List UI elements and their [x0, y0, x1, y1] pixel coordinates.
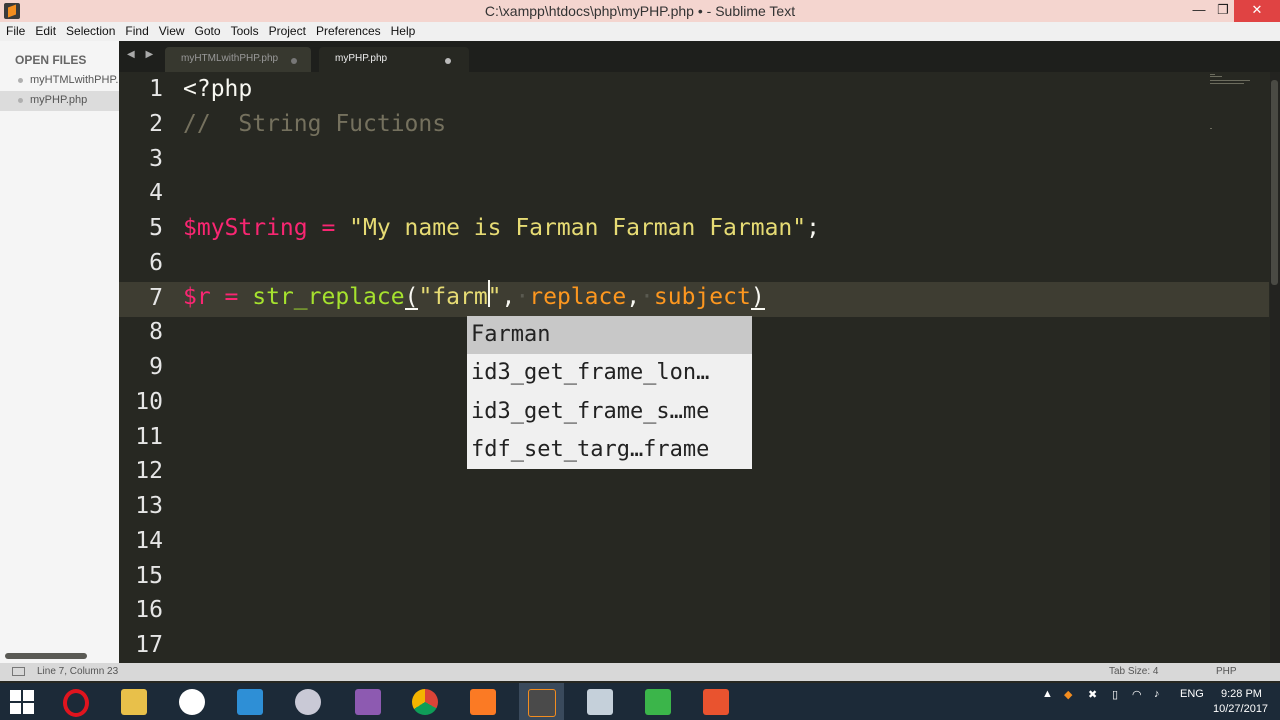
menu-tools[interactable]: Tools [226, 22, 264, 41]
line-number: 9 [149, 354, 163, 380]
dirty-dot-icon [18, 98, 23, 103]
camtasia-green-icon[interactable] [645, 689, 671, 715]
close-paren: ) [750, 284, 765, 310]
volume-icon[interactable]: ♪ [1154, 688, 1160, 700]
camtasia-orange-icon[interactable] [703, 689, 729, 715]
autocomplete-item[interactable]: Farman [467, 316, 752, 354]
menu-view[interactable]: View [154, 22, 190, 41]
line-number: 17 [135, 632, 163, 658]
menu-edit[interactable]: Edit [30, 22, 61, 41]
tab-bar: ◀ ▶ myHTMLwithPHP.php myPHP.php [119, 41, 1280, 72]
line-number: 7 [149, 284, 163, 311]
line-number: 14 [135, 527, 163, 554]
text-caret [487, 280, 490, 307]
winrar-icon[interactable] [355, 689, 381, 715]
line-number: 11 [135, 423, 163, 450]
autocomplete-item[interactable]: id3_get_frame_lon… [467, 354, 752, 392]
line-number: 12 [135, 458, 163, 485]
line-number: 6 [149, 249, 163, 276]
line-number: 13 [135, 493, 163, 519]
tab-nav-arrows[interactable]: ◀ ▶ [127, 49, 157, 60]
open-files-heading: OPEN FILES [15, 53, 87, 67]
windows-taskbar: ▲ ◆ ✖ ▯ ◠ ♪ ENG 9:28 PM 10/27/2017 [0, 683, 1280, 720]
input-language[interactable]: ENG [1180, 688, 1204, 700]
sync-tray-icon[interactable]: ✖ [1088, 688, 1097, 701]
line-number: 16 [135, 597, 163, 624]
line-number: 4 [149, 180, 163, 207]
line-number-gutter: 1 2 3 4 5 6 7 8 9 10 11 12 13 14 15 16 17 [119, 72, 169, 663]
file-explorer-icon[interactable] [121, 689, 147, 715]
line-number: 2 [149, 110, 163, 137]
line-number: 15 [135, 562, 163, 589]
xampp-icon[interactable] [470, 689, 496, 715]
dirty-dot-icon [18, 78, 23, 83]
line-number: 5 [149, 215, 163, 241]
wifi-icon[interactable]: ◠ [1132, 688, 1142, 701]
code-line-1: <?php [183, 76, 253, 102]
sidebar-file-myhtmlwithphp[interactable]: myHTMLwithPHP.php [0, 71, 119, 91]
menu-bar: File Edit Selection Find View Goto Tools Projec… [0, 22, 1280, 41]
autocomplete-popup: Farman id3_get_frame_lon… id3_get_frame_… [467, 316, 752, 469]
cursor-position: Line 7, Column 23 [37, 666, 119, 677]
menu-selection[interactable]: Selection [61, 22, 120, 41]
close-button[interactable]: ✕ [1234, 0, 1280, 22]
bracket-match-underline [404, 308, 419, 310]
unsaved-dot-icon[interactable] [291, 58, 297, 64]
menu-find[interactable]: Find [120, 22, 153, 41]
chrome-icon[interactable] [412, 689, 438, 715]
line-number: 8 [149, 319, 163, 346]
clock-time[interactable]: 9:28 PM [1221, 688, 1262, 700]
windows-start-icon[interactable] [10, 690, 34, 714]
panel-toggle-icon[interactable] [12, 667, 25, 676]
menu-preferences[interactable]: Preferences [311, 22, 386, 41]
menu-project[interactable]: Project [264, 22, 311, 41]
scrollbar-thumb[interactable] [1271, 80, 1278, 285]
opera-icon[interactable] [63, 689, 89, 717]
menu-help[interactable]: Help [386, 22, 421, 41]
sidebar-file-label: myPHP.php [30, 94, 88, 106]
open-paren: ( [404, 284, 419, 310]
menu-goto[interactable]: Goto [190, 22, 226, 41]
git-icon[interactable] [179, 689, 205, 715]
autocomplete-item[interactable]: id3_get_frame_s…me [467, 393, 752, 431]
tab-label: myHTMLwithPHP.php [181, 53, 279, 64]
sidebar: OPEN FILES myHTMLwithPHP.php myPHP.php [0, 41, 119, 663]
network-icon[interactable] [587, 689, 613, 715]
code-line-7: $r = str_replace("farm",·replace,·subjec… [183, 284, 765, 310]
code-line-2: // String Fuctions [183, 111, 447, 137]
line-number: 10 [135, 388, 163, 415]
tab-myhtmlwithphp[interactable]: myHTMLwithPHP.php [165, 47, 311, 72]
title-bar: C:\xampp\htdocs\php\myPHP.php • - Sublim… [0, 0, 1280, 22]
paint-icon[interactable] [295, 689, 321, 715]
xampp-tray-icon[interactable]: ◆ [1064, 688, 1072, 701]
status-bar: Line 7, Column 23 Tab Size: 4 PHP [0, 663, 1280, 681]
window-title: C:\xampp\htdocs\php\myPHP.php • - Sublim… [484, 3, 796, 19]
tray-overflow-icon[interactable]: ▲ [1042, 688, 1053, 700]
unsaved-dot-icon[interactable] [445, 58, 451, 64]
sublime-icon[interactable] [528, 689, 556, 717]
tab-label: myPHP.php [335, 53, 388, 64]
minimap[interactable] [1210, 72, 1255, 129]
clock-date[interactable]: 10/27/2017 [1213, 703, 1268, 715]
code-line-5: $myString = "My name is Farman Farman Fa… [183, 215, 820, 241]
sidebar-file-myphp[interactable]: myPHP.php [0, 91, 119, 111]
battery-icon[interactable]: ▯ [1112, 688, 1118, 701]
line-number: 3 [149, 145, 163, 172]
autocomplete-item[interactable]: fdf_set_targ…frame [467, 431, 752, 469]
tab-myphp[interactable]: myPHP.php [319, 47, 469, 72]
notepad-icon[interactable] [237, 689, 263, 715]
horizontal-scrollbar-thumb[interactable] [5, 653, 87, 659]
menu-file[interactable]: File [0, 22, 30, 41]
sidebar-file-label: myHTMLwithPHP.php [30, 74, 119, 86]
syntax-selector[interactable]: PHP [1216, 666, 1237, 677]
line-number: 1 [149, 76, 163, 102]
bracket-match-underline [750, 308, 765, 310]
tab-size-selector[interactable]: Tab Size: 4 [1109, 666, 1158, 677]
